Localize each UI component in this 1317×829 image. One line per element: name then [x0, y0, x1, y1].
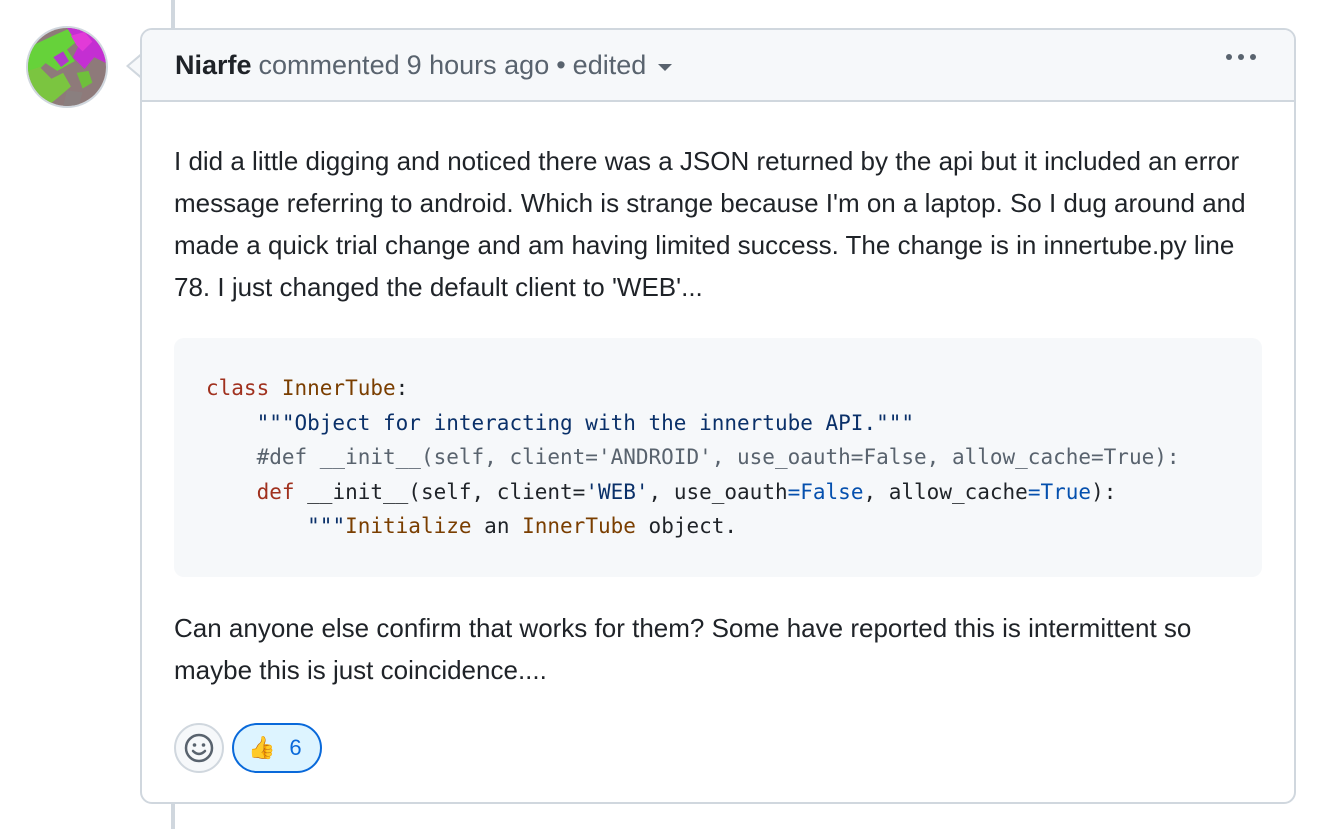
separator-dot: • — [556, 49, 566, 80]
edit-history-caret-icon[interactable] — [658, 63, 673, 71]
add-reaction-button[interactable] — [174, 722, 224, 773]
avatar-image — [28, 28, 106, 106]
author-link[interactable]: Niarfe — [175, 50, 252, 81]
comment-paragraph-1: I did a little digging and noticed there… — [174, 146, 1246, 302]
code-block: class InnerTube: """Object for interacti… — [174, 338, 1262, 577]
comment-paragraph-2: Can anyone else confirm that works for t… — [174, 612, 1192, 685]
comment-header: Niarfe commented 9 hours ago • edited — [142, 30, 1294, 102]
reaction-thumbs-up-button[interactable]: 👍 6 — [232, 722, 322, 773]
smiley-icon — [184, 733, 214, 762]
comment-timestamp[interactable]: 9 hours ago — [407, 50, 550, 81]
edited-label[interactable]: edited — [573, 50, 647, 81]
reactions-bar: 👍 6 — [174, 722, 1262, 773]
code-line-2: """Object for interacting with the inner… — [256, 410, 915, 435]
code-line-1: class InnerTube: — [206, 376, 409, 400]
reaction-count: 6 — [289, 734, 302, 760]
code-line-4: def __init__(self, client='WEB', use_oau… — [256, 479, 1117, 504]
thumbs-up-icon: 👍 — [248, 734, 276, 760]
code-line-5: """Initialize an InnerTube object. — [307, 514, 738, 538]
kebab-horizontal-icon[interactable] — [1226, 54, 1256, 60]
code-line-3: #def __init__(self, client='ANDROID', us… — [256, 445, 1180, 469]
comment-action: commented — [258, 49, 400, 80]
author-avatar[interactable] — [26, 26, 108, 108]
comment-box: Niarfe commented 9 hours ago • edited I … — [140, 28, 1296, 804]
comment-body: I did a little digging and noticed there… — [142, 102, 1294, 773]
